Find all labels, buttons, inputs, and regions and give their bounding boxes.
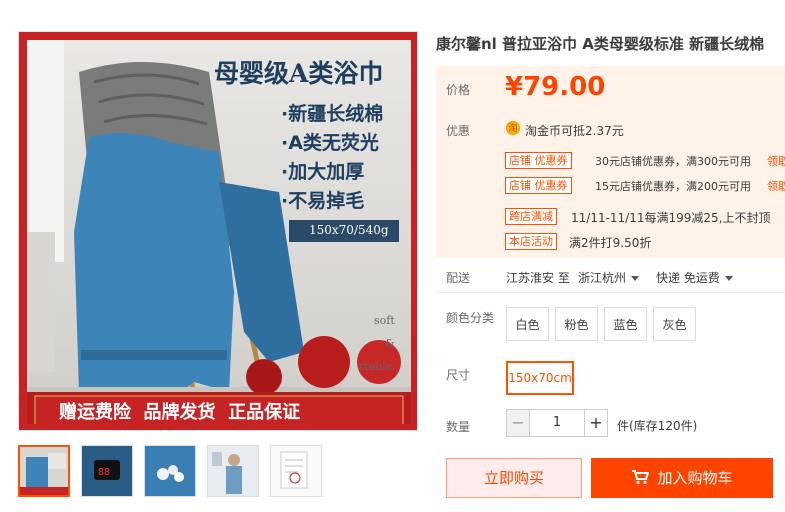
quantity-plus-button[interactable]: +: [584, 409, 608, 437]
color-label: 颜色分类: [446, 311, 495, 325]
thumbnail-2-image: 88: [82, 446, 132, 496]
shipping-method-dropdown[interactable]: 快递 免运费: [656, 269, 733, 286]
product-title: 康尔馨nl 普拉亚浴巾 A类母婴级标准 新疆长绒棉: [436, 35, 765, 53]
shipping-method-text: 快递 免运费: [656, 271, 720, 285]
image-bullet-4: ·不易掉毛: [281, 190, 365, 212]
svg-text:88: 88: [98, 467, 110, 478]
buy-now-button[interactable]: 立即购买: [446, 458, 582, 498]
color-option-white[interactable]: 白色: [506, 307, 549, 341]
image-side-text-table: rtable: [359, 360, 393, 373]
main-product-image[interactable]: 母婴级A类浴巾 ·新疆长绒棉 ·A类无荧光 ·加大加厚 ·不易掉毛 150x70…: [18, 31, 418, 431]
size-label: 尺寸: [446, 368, 471, 382]
image-banner: 赠运费险 品牌发货 正品保证: [59, 402, 301, 423]
coupon-tag-1: 店铺 优惠券: [505, 152, 572, 169]
stock-text: 件(库存120件): [617, 419, 698, 433]
store-event-text: 满2件打9.50折: [569, 236, 652, 250]
price-label: 价格: [446, 83, 471, 97]
color-option-gray[interactable]: 灰色: [653, 307, 696, 341]
quantity-input[interactable]: 1: [530, 409, 584, 437]
thumbnail-3-image: [145, 446, 195, 496]
shipping-from: 江苏淮安 至: [506, 271, 570, 285]
image-bullet-2: ·A类无荧光: [281, 132, 379, 154]
quantity-minus-button[interactable]: −: [506, 409, 530, 437]
cross-store-tag: 跨店满减: [505, 208, 557, 225]
image-side-text-soft: soft: [374, 314, 395, 327]
coupon-tag-2: 店铺 优惠券: [505, 177, 572, 194]
shipping-to-text: 浙江杭州: [578, 271, 627, 285]
image-bullet-1: ·新疆长绒棉: [281, 103, 384, 125]
coupon-text-1: 30元店铺优惠券，满300元可用: [595, 155, 751, 168]
thumbnail-4[interactable]: [207, 445, 259, 497]
coupon-get-button-1[interactable]: 领取: [767, 153, 785, 169]
add-to-cart-label: 加入购物车: [657, 469, 733, 487]
promo-label: 优惠: [446, 124, 471, 138]
shipping-label: 配送: [446, 271, 471, 285]
image-bullet-3: ·加大加厚: [281, 161, 365, 183]
chevron-down-icon: [631, 276, 640, 281]
color-option-pink[interactable]: 粉色: [555, 307, 598, 341]
quantity-label: 数量: [446, 420, 471, 434]
shipping-to-dropdown[interactable]: 浙江杭州: [578, 269, 640, 286]
thumbnail-4-image: [208, 446, 258, 496]
thumbnail-5[interactable]: [270, 445, 322, 497]
coupon-text-2: 15元店铺优惠券，满200元可用: [595, 180, 751, 193]
thumbnail-1-image: [20, 447, 68, 495]
cart-icon: [632, 470, 650, 485]
price-value: ¥79.00: [505, 72, 606, 102]
color-option-blue[interactable]: 蓝色: [604, 307, 647, 341]
coin-deduct-text: 淘金币可抵2.37元: [525, 124, 624, 138]
price-panel: [436, 66, 785, 154]
cross-store-text: 11/11-11/11每满199减25,上不封顶: [571, 211, 771, 225]
store-event-tag: 本店活动: [505, 233, 557, 250]
divider: [436, 292, 785, 293]
thumbnail-1[interactable]: [18, 445, 70, 497]
coupon-get-button-2[interactable]: 领取: [767, 178, 785, 194]
image-headline: 母婴级A类浴巾: [214, 59, 384, 88]
add-to-cart-button[interactable]: 加入购物车: [591, 458, 773, 498]
taojinbi-coin-icon: 淘: [506, 121, 520, 135]
image-spec: 150x70/540g: [309, 223, 389, 237]
size-option-150x70[interactable]: 150x70cm: [506, 361, 574, 395]
thumbnail-strip: 88: [18, 445, 322, 497]
image-side-text-amp: &: [385, 337, 395, 350]
chevron-down-icon: [724, 276, 733, 281]
thumbnail-2[interactable]: 88: [81, 445, 133, 497]
thumbnail-5-image: [271, 446, 321, 496]
thumbnail-3[interactable]: [144, 445, 196, 497]
